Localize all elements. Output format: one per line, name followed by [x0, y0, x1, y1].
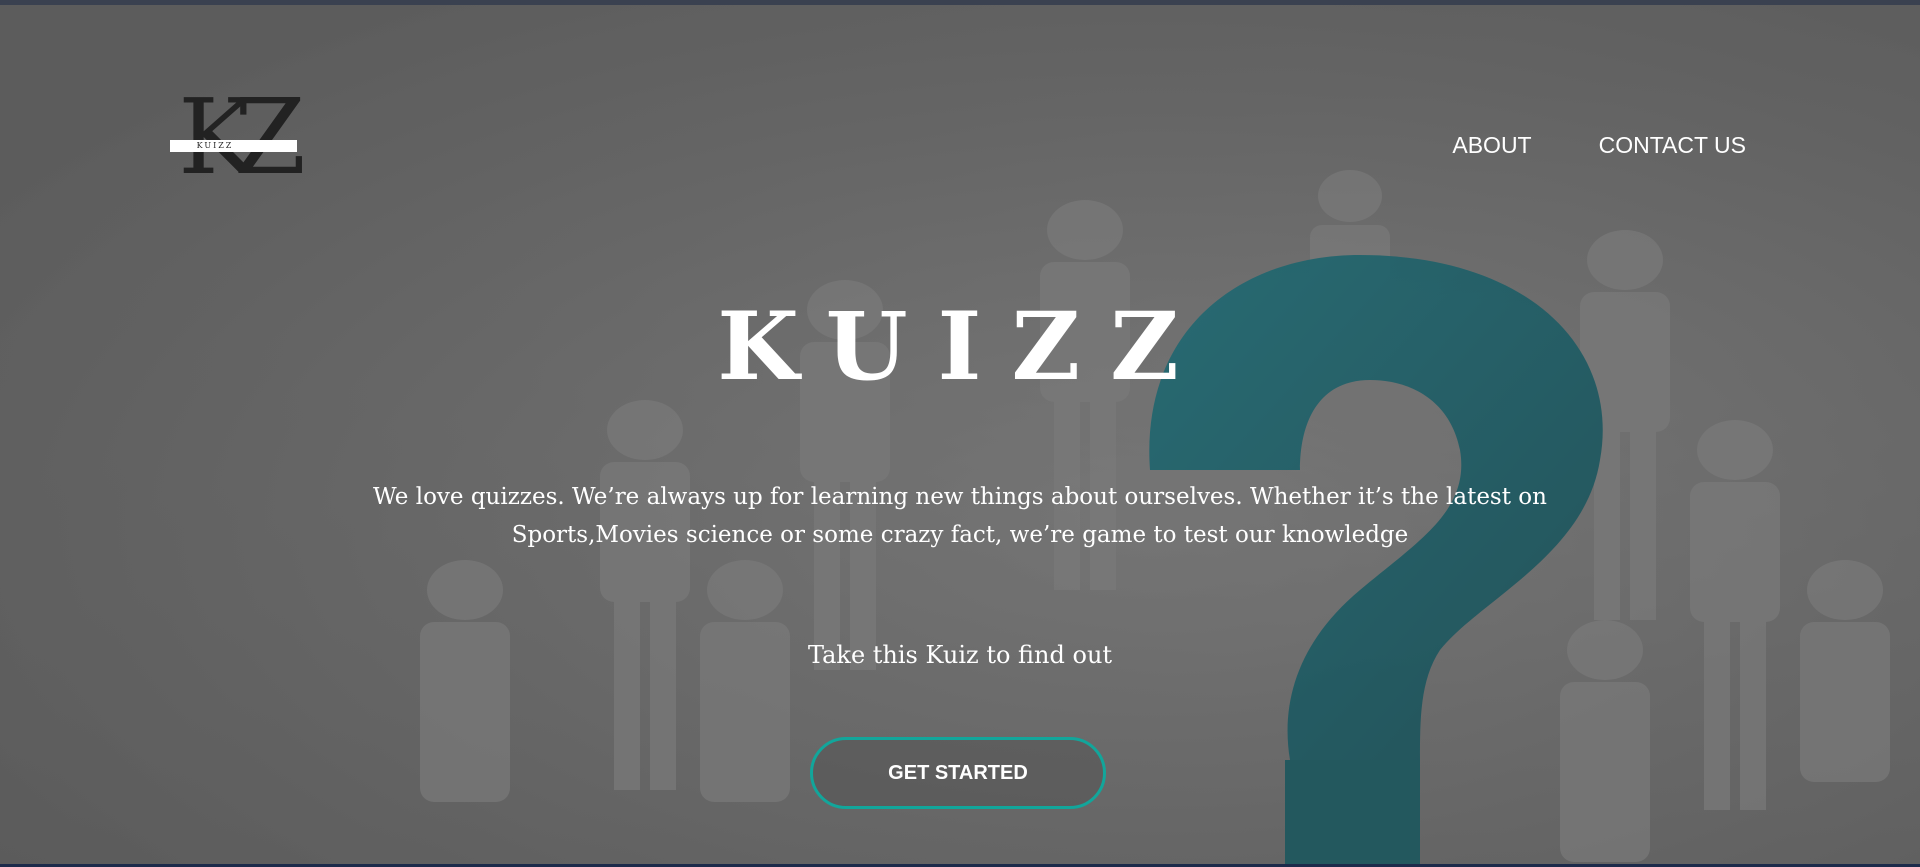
top-bar — [0, 0, 1920, 5]
logo[interactable]: KZ KUIZZ — [170, 85, 306, 197]
cta-text: Take this Kuiz to find out — [807, 641, 1113, 669]
hero-description: We love quizzes. We’re always up for lea… — [373, 484, 1547, 548]
main-nav: ABOUT CONTACT US — [1452, 132, 1746, 159]
nav-contact-link[interactable]: CONTACT US — [1599, 132, 1746, 159]
logo-wordmark: KUIZZ — [196, 141, 234, 150]
page-title: KUIZZ — [717, 292, 1209, 402]
hero-content: KZ KUIZZ ABOUT CONTACT US KUIZZ We love … — [0, 0, 1920, 864]
hero-section: KZ KUIZZ ABOUT CONTACT US KUIZZ We love … — [0, 0, 1920, 864]
logo-monogram: KZ — [178, 76, 306, 198]
get-started-button[interactable]: GET STARTED — [810, 737, 1106, 809]
nav-about-link[interactable]: ABOUT — [1452, 132, 1531, 159]
